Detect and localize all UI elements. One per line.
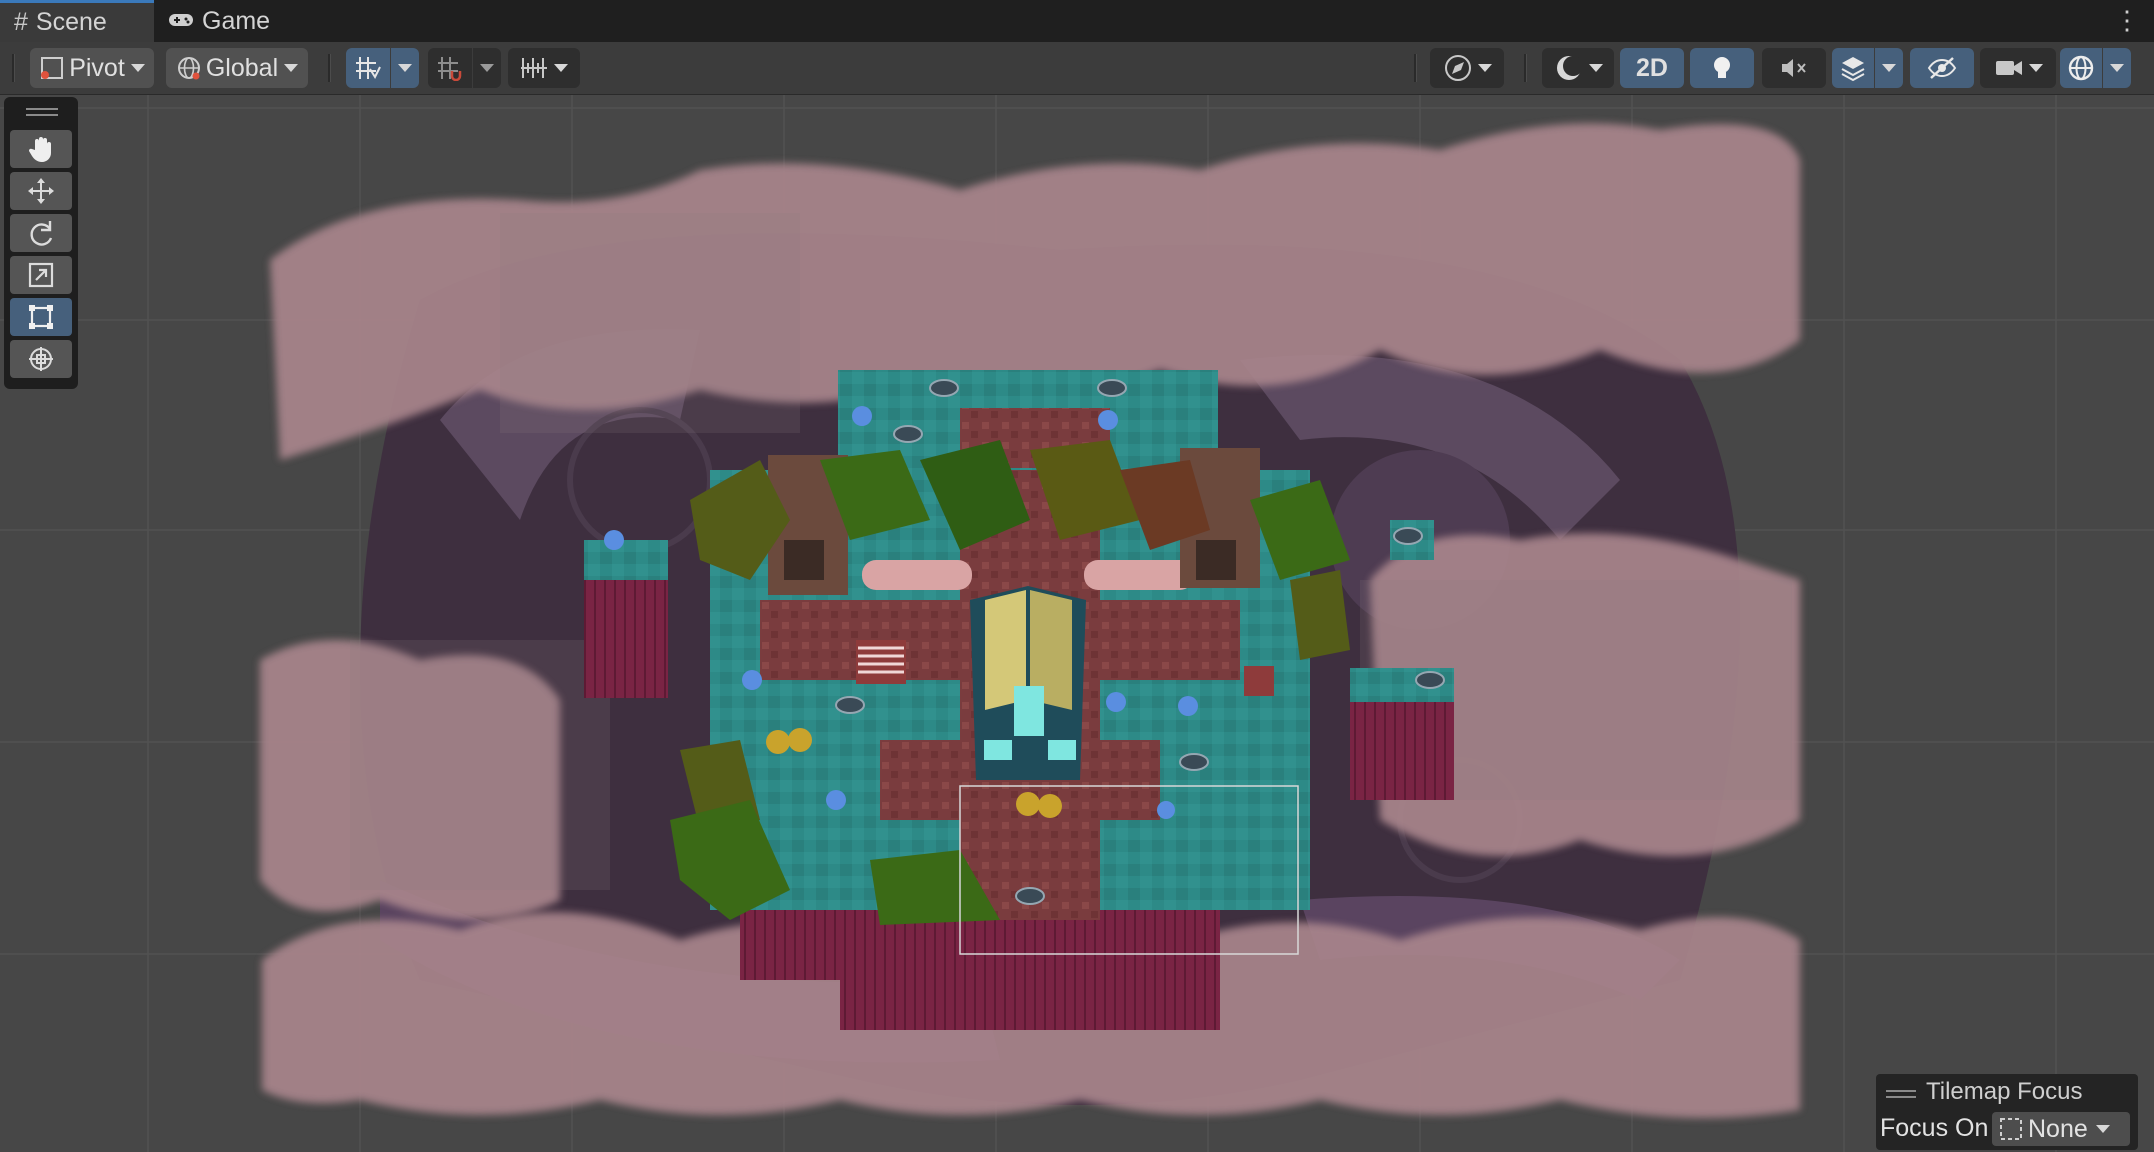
tab-game[interactable]: Game <box>168 0 298 42</box>
toolbar-separator <box>328 54 331 82</box>
rect-tool-button[interactable] <box>10 298 72 336</box>
camera-icon <box>1996 61 2022 75</box>
more-options-icon[interactable]: ⋮ <box>2114 7 2140 33</box>
global-label: Global <box>205 53 279 82</box>
transform-tool-button[interactable] <box>10 340 72 378</box>
compass-icon <box>1445 55 1471 81</box>
gizmos-dropdown[interactable] <box>2103 48 2131 88</box>
orientation-dropdown[interactable] <box>1430 48 1504 88</box>
audio-toggle[interactable] <box>1762 48 1826 88</box>
rotate-icon <box>30 221 53 246</box>
pivot-dropdown[interactable]: Pivot <box>30 48 154 88</box>
grid-magnet-icon <box>438 57 462 81</box>
effects-toggle[interactable] <box>1832 48 1874 88</box>
increment-snap-dropdown[interactable] <box>508 48 580 88</box>
focus-selection-icon <box>2000 1118 2022 1140</box>
layers-effects-icon <box>1841 57 1865 82</box>
grid-snap-dropdown[interactable] <box>391 48 419 88</box>
chevron-down-icon <box>1882 64 1896 72</box>
pivot-label: Pivot <box>69 53 125 82</box>
grid-visibility-toggle[interactable] <box>428 48 472 88</box>
rect-transform-icon <box>29 305 53 329</box>
lightbulb-icon <box>1714 57 1730 78</box>
focus-on-value: None <box>2028 1114 2088 1143</box>
tab-scene-label: Scene <box>35 8 107 36</box>
rotate-tool-button[interactable] <box>10 214 72 252</box>
scale-icon <box>28 262 54 288</box>
chevron-down-icon <box>554 64 568 72</box>
draw-mode-dropdown[interactable] <box>1542 48 1614 88</box>
move-arrows-icon <box>28 178 54 204</box>
chevron-down-icon <box>130 64 145 72</box>
hand-icon <box>28 137 51 162</box>
effects-dropdown[interactable] <box>1875 48 1903 88</box>
chevron-down-icon <box>398 64 412 72</box>
gamepad-icon <box>168 7 194 36</box>
pivot-icon <box>41 57 64 79</box>
scene-toolbar: Pivot Global 2D <box>0 42 2154 95</box>
focus-on-dropdown[interactable]: None <box>1992 1112 2130 1146</box>
tilemap-focus-overlay: Tilemap Focus Focus On None <box>1876 1074 2138 1150</box>
ruler-snap-icon <box>521 58 547 78</box>
chevron-down-icon <box>480 64 494 72</box>
chevron-down-icon <box>1478 64 1492 72</box>
tab-bar: # Scene Game ⋮ <box>0 0 2154 42</box>
hidden-eye-icon <box>1927 57 1957 79</box>
transform-gizmo-icon <box>29 347 53 371</box>
grid-visibility-dropdown[interactable] <box>473 48 501 88</box>
gizmo-globe-icon <box>2068 55 2094 81</box>
move-tool-button[interactable] <box>10 172 72 210</box>
chevron-down-icon <box>2095 1125 2110 1133</box>
chevron-down-icon <box>2029 64 2043 72</box>
drag-handle-icon[interactable] <box>26 108 58 110</box>
tab-game-label: Game <box>202 6 271 35</box>
gizmos-toggle[interactable] <box>2060 48 2102 88</box>
globe-icon <box>177 57 200 80</box>
hash-grid-icon: # <box>14 8 28 36</box>
chevron-down-icon <box>1589 64 1603 72</box>
toolbar-separator <box>12 54 15 82</box>
grid-snap-icon <box>356 57 381 80</box>
tab-scene[interactable]: # Scene <box>0 0 154 42</box>
chevron-down-icon <box>2110 64 2124 72</box>
scene-viewport[interactable] <box>0 95 2154 1152</box>
grid-snap-toggle[interactable] <box>346 48 390 88</box>
mode-2d-label: 2D <box>1636 53 1668 82</box>
toolbar-separator <box>1524 54 1527 82</box>
tool-palette <box>4 97 78 389</box>
hand-tool-button[interactable] <box>10 130 72 168</box>
tilemap-focus-title: Tilemap Focus <box>1926 1078 2083 1105</box>
mode-2d-toggle[interactable]: 2D <box>1620 48 1684 88</box>
toolbar-separator <box>1414 54 1417 82</box>
focus-on-label: Focus On <box>1880 1114 1989 1142</box>
lighting-toggle[interactable] <box>1690 48 1754 88</box>
chevron-down-icon <box>284 64 299 72</box>
overlay-menu-icon[interactable] <box>1886 1090 1916 1092</box>
scene-canvas <box>0 95 2154 1152</box>
scene-visibility-toggle[interactable] <box>1910 48 1974 88</box>
global-dropdown[interactable]: Global <box>166 48 308 88</box>
scene-camera-dropdown[interactable] <box>1980 48 2056 88</box>
scale-tool-button[interactable] <box>10 256 72 294</box>
audio-muted-icon <box>1782 59 1806 77</box>
shading-sphere-icon <box>1557 56 1583 80</box>
